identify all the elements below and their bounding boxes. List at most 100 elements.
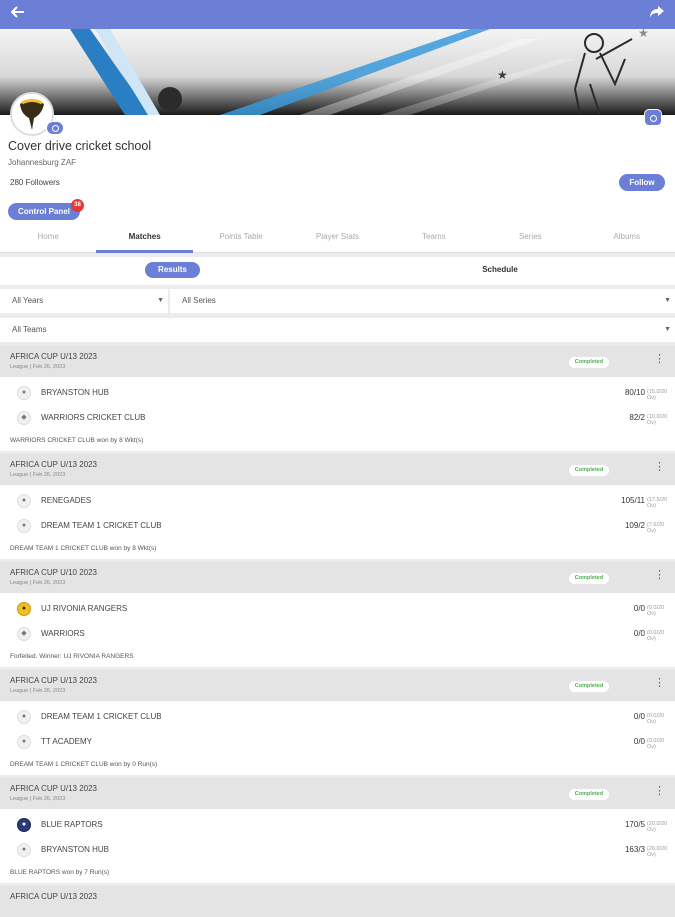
share-icon[interactable] bbox=[647, 0, 667, 29]
team-row: ● BRYANSTON HUB 163/3 (20.0/20 Ov) bbox=[0, 839, 675, 861]
match-card-body: ● RENEGADES 105/11 (17.5/20 Ov) ● DREAM … bbox=[0, 485, 675, 559]
team-name: DREAM TEAM 1 CRICKET CLUB bbox=[41, 521, 162, 530]
years-filter[interactable]: All Years ▼ bbox=[0, 289, 168, 313]
match-card-header: AFRICA CUP U/13 2023 League | Feb 26, 20… bbox=[0, 346, 675, 377]
team-name: UJ RIVONIA RANGERS bbox=[41, 604, 128, 613]
series-filter[interactable]: All Series ▼ bbox=[170, 289, 675, 313]
match-card[interactable]: AFRICA CUP U/13 2023 League | Feb 26, 20… bbox=[0, 454, 675, 559]
team-row: ● UJ RIVONIA RANGERS 0/0 (0.0/20 Ov) bbox=[0, 598, 675, 620]
more-vert-icon[interactable]: ⋮ bbox=[654, 784, 665, 797]
more-vert-icon[interactable]: ⋮ bbox=[654, 460, 665, 473]
team-score: 0/0 bbox=[633, 712, 645, 721]
followers-count[interactable]: 280 Followers bbox=[10, 178, 60, 187]
club-location: Johannesburg ZAF bbox=[8, 158, 77, 167]
tab-matches[interactable]: Matches bbox=[96, 225, 194, 253]
tab-points-table[interactable]: Points Table bbox=[193, 225, 289, 252]
match-subtitle: League | Feb 26, 2023 bbox=[10, 580, 66, 586]
tab-series[interactable]: Series bbox=[482, 225, 578, 252]
match-card[interactable]: AFRICA CUP U/13 2023 League | Feb 26, 20… bbox=[0, 346, 675, 451]
team-overs: (10.0/20 Ov) bbox=[647, 414, 668, 426]
team-row: ◆ WARRIORS 0/0 (0.0/20 Ov) bbox=[0, 623, 675, 645]
results-segment[interactable]: Results bbox=[145, 262, 200, 278]
tab-teams[interactable]: Teams bbox=[386, 225, 482, 252]
chevron-down-icon: ▼ bbox=[664, 297, 671, 304]
profile-section bbox=[0, 115, 675, 225]
teams-filter[interactable]: All Teams ▼ bbox=[0, 318, 675, 342]
match-card-header: AFRICA CUP U/10 2023 League | Feb 26, 20… bbox=[0, 562, 675, 593]
match-title: AFRICA CUP U/13 2023 bbox=[10, 676, 98, 685]
match-card-header: AFRICA CUP U/13 2023 League | Feb 26, 20… bbox=[0, 454, 675, 485]
team-name: DREAM TEAM 1 CRICKET CLUB bbox=[41, 712, 162, 721]
team-name: BLUE RAPTORS bbox=[41, 820, 103, 829]
status-badge: Completed bbox=[569, 681, 609, 692]
match-card-body: ● BRYANSTON HUB 80/10 (15.0/20 Ov) ◆ WAR… bbox=[0, 377, 675, 451]
team-logo-icon: ● bbox=[17, 519, 31, 533]
results-schedule-toggle bbox=[0, 257, 675, 285]
team-logo-icon: ◆ bbox=[17, 411, 31, 425]
tab-home[interactable]: Home bbox=[0, 225, 96, 252]
match-subtitle: League | Feb 26, 2023 bbox=[10, 364, 66, 370]
team-row: ● DREAM TEAM 1 CRICKET CLUB 109/2 (7.6/2… bbox=[0, 515, 675, 537]
more-vert-icon[interactable]: ⋮ bbox=[654, 568, 665, 581]
team-overs: (15.0/20 Ov) bbox=[647, 389, 668, 401]
tab-player-stats[interactable]: Player Stats bbox=[289, 225, 385, 252]
years-filter-value: All Years bbox=[12, 296, 44, 305]
app-bar bbox=[0, 0, 675, 29]
camera-icon[interactable] bbox=[46, 121, 64, 135]
camera-icon[interactable] bbox=[644, 109, 662, 126]
team-logo-icon: ● bbox=[17, 710, 31, 724]
team-name: RENEGADES bbox=[41, 496, 92, 505]
match-title: AFRICA CUP U/13 2023 bbox=[10, 460, 98, 469]
more-vert-icon[interactable]: ⋮ bbox=[654, 352, 665, 365]
match-title: AFRICA CUP U/13 2023 bbox=[10, 352, 98, 361]
team-score: 82/2 bbox=[629, 413, 645, 422]
match-card[interactable]: AFRICA CUP U/10 2023 League | Feb 26, 20… bbox=[0, 562, 675, 667]
team-logo-icon: ● bbox=[17, 843, 31, 857]
team-row: ◆ WARRIORS CRICKET CLUB 82/2 (10.0/20 Ov… bbox=[0, 407, 675, 429]
team-logo-icon: ● bbox=[17, 735, 31, 749]
team-overs: (17.5/20 Ov) bbox=[647, 497, 668, 509]
schedule-segment[interactable]: Schedule bbox=[470, 262, 530, 278]
match-result: WARRIORS CRICKET CLUB won by 8 Wkt(s) bbox=[10, 437, 144, 444]
control-panel-button[interactable]: Control Panel bbox=[8, 203, 80, 220]
cover-banner: ★ ★ bbox=[0, 29, 675, 115]
team-score: 0/0 bbox=[633, 604, 645, 613]
more-vert-icon[interactable]: ⋮ bbox=[654, 676, 665, 689]
chevron-down-icon: ▼ bbox=[664, 326, 671, 333]
team-row: ● BLUE RAPTORS 170/5 (20.0/20 Ov) bbox=[0, 814, 675, 836]
chevron-down-icon: ▼ bbox=[157, 297, 164, 304]
team-overs: (0.0/20 Ov) bbox=[647, 605, 665, 617]
teams-filter-value: All Teams bbox=[12, 325, 47, 334]
team-overs: (20.0/20 Ov) bbox=[647, 821, 668, 833]
match-subtitle: League | Feb 26, 2023 bbox=[10, 472, 66, 478]
status-badge: Completed bbox=[569, 357, 609, 368]
match-card[interactable]: AFRICA CUP U/13 2023 League | Feb 26, 20… bbox=[0, 670, 675, 775]
match-card-header: AFRICA CUP U/13 2023 League | Feb 26, 20… bbox=[0, 778, 675, 809]
team-overs: (7.6/20 Ov) bbox=[647, 522, 665, 534]
team-overs: (0.0/20 Ov) bbox=[647, 738, 665, 750]
team-logo-icon: ◆ bbox=[17, 627, 31, 641]
match-card[interactable]: AFRICA CUP U/13 2023 bbox=[0, 886, 675, 917]
match-card[interactable]: AFRICA CUP U/13 2023 League | Feb 26, 20… bbox=[0, 778, 675, 883]
team-logo-icon: ● bbox=[17, 386, 31, 400]
match-title: AFRICA CUP U/10 2023 bbox=[10, 568, 98, 577]
team-overs: (0.0/20 Ov) bbox=[647, 713, 665, 725]
team-logo-icon: ● bbox=[17, 602, 31, 616]
team-name: WARRIORS CRICKET CLUB bbox=[41, 413, 146, 422]
match-card-body: ● BLUE RAPTORS 170/5 (20.0/20 Ov) ● BRYA… bbox=[0, 809, 675, 883]
team-score: 163/3 bbox=[624, 845, 645, 854]
series-filter-value: All Series bbox=[182, 296, 216, 305]
tab-albums[interactable]: Albums bbox=[579, 225, 675, 252]
team-score: 109/2 bbox=[624, 521, 645, 530]
arrow-left-icon[interactable] bbox=[8, 0, 28, 29]
match-result: BLUE RAPTORS won by 7 Run(s) bbox=[10, 869, 110, 876]
team-name: TT ACADEMY bbox=[41, 737, 92, 746]
match-subtitle: League | Feb 26, 2023 bbox=[10, 688, 66, 694]
svg-text:★: ★ bbox=[638, 29, 649, 40]
follow-button[interactable]: Follow bbox=[619, 174, 665, 191]
status-badge: Completed bbox=[569, 573, 609, 584]
match-subtitle: League | Feb 26, 2023 bbox=[10, 796, 66, 802]
status-badge: Completed bbox=[569, 789, 609, 800]
team-logo-icon: ● bbox=[17, 818, 31, 832]
svg-text:★: ★ bbox=[497, 68, 508, 82]
